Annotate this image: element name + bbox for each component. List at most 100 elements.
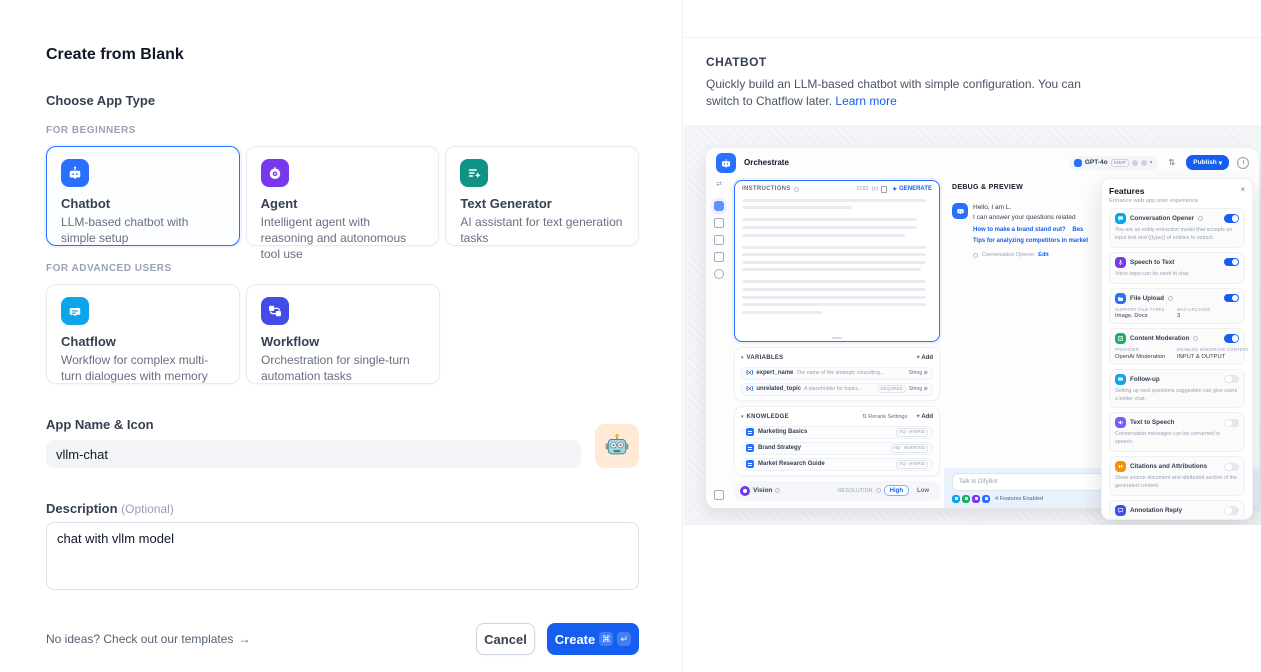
chevron-down-icon: ▾: [741, 355, 744, 361]
retrieval-badge: HQ · HYBRID: [896, 428, 928, 437]
instructions-skeleton-text: [742, 199, 932, 314]
notes-nav-icon: [714, 252, 724, 262]
toggle-on: [1224, 294, 1239, 303]
variable-row: {x} expert_name The name of the strategi…: [741, 367, 933, 380]
choose-app-type-label: Choose App Type: [46, 93, 639, 108]
description-textarea[interactable]: chat with vllm model: [46, 522, 639, 590]
feature-speech-to-text: Speech to Text Voice input can be used i…: [1109, 252, 1245, 284]
preview-sidebar-rail: ⇄: [706, 178, 732, 508]
create-button[interactable]: Create ⌘ ↵: [547, 623, 639, 655]
resize-handle: [832, 337, 842, 339]
text-generator-icon: [460, 159, 488, 187]
feature-name: Speech to Text: [1130, 259, 1174, 266]
logs-nav-icon: [714, 235, 724, 245]
rerank-settings-button: ⇅ Rerank Settings: [862, 414, 907, 420]
enter-key-icon: ↵: [617, 632, 631, 646]
instructions-panel: INSTRUCTIONS 2182 {x} ✦ GENERATE: [734, 180, 940, 342]
robot-emoji-icon: [603, 432, 631, 460]
variables-panel: ▾ VARIABLES + Add {x} expert_name The na…: [734, 347, 940, 401]
feature-desc: You are an entity extraction model that …: [1115, 227, 1239, 243]
info-icon: [973, 253, 978, 258]
chat-mode-badge: CHAT: [1111, 159, 1129, 167]
variable-icon: {x}: [746, 386, 753, 392]
bot-greeting-line2: I can answer your questions related: [973, 213, 1088, 223]
card-text-generator[interactable]: Text Generator AI assistant for text gen…: [445, 146, 639, 246]
learn-more-link[interactable]: Learn more: [835, 94, 896, 108]
app-icon-picker[interactable]: [595, 424, 639, 468]
resolution-high-chip: High: [884, 485, 909, 496]
templates-link[interactable]: No ideas? Check out our templates →: [46, 632, 250, 646]
meta-value: 3: [1177, 313, 1239, 319]
chevron-down-icon: ▾: [741, 414, 744, 420]
create-app-dialog: Create from Blank Choose App Type FOR BE…: [0, 0, 1261, 672]
card-chatflow[interactable]: Chatflow Workflow for complex multi-turn…: [46, 284, 240, 384]
variable-desc: The name of the strategic consulting...: [796, 370, 905, 376]
dataset-name: Brand Strategy: [758, 445, 887, 451]
citations-icon: [1115, 461, 1126, 472]
swap-icon: ⇄: [716, 180, 722, 188]
features-panel-subtitle: Enhance web app user experience: [1109, 198, 1198, 204]
feature-file-upload: File Upload SUPPORT FILE TYPES Image, Do…: [1109, 288, 1245, 325]
speech-feature-dot-icon: [972, 495, 980, 503]
variable-braces-icon: {x}: [872, 186, 878, 192]
create-form-panel: Create from Blank Choose App Type FOR BE…: [0, 0, 683, 672]
model-param-icon: [1132, 160, 1138, 166]
variable-icon: {x}: [746, 370, 753, 376]
description-label: Description (Optional): [46, 501, 639, 516]
card-text-generator-title: Text Generator: [460, 196, 624, 211]
card-workflow[interactable]: Workflow Orchestration for single-turn a…: [246, 284, 440, 384]
info-icon: [1168, 296, 1173, 301]
feature-name: Follow-up: [1130, 376, 1160, 383]
card-chatbot-desc: LLM-based chatbot with simple setup: [61, 214, 225, 246]
add-label: Add: [921, 355, 933, 361]
preview-description: Quickly build an LLM-based chatbot with …: [706, 76, 1106, 111]
for-beginners-label: FOR BEGINNERS: [46, 125, 639, 136]
cancel-button[interactable]: Cancel: [476, 623, 535, 655]
feature-text-to-speech: Text to Speech Conversation messages can…: [1109, 412, 1245, 452]
retrieval-badge: HQ · HYBRID: [896, 460, 928, 469]
app-name-input[interactable]: [46, 440, 581, 468]
suggestion-row: How to make a brand stand out? Bes: [973, 227, 1088, 233]
file-upload-icon: [1115, 293, 1126, 304]
vision-bar: Vision RESOLUTION High Low: [734, 481, 940, 501]
rerank-label: Rerank Settings: [868, 414, 907, 420]
info-icon: [1198, 216, 1203, 221]
chevron-down-icon: ▾: [1219, 159, 1222, 167]
card-chatbot[interactable]: Chatbot LLM-based chatbot with simple se…: [46, 146, 240, 246]
annotation-reply-icon: [1115, 505, 1126, 516]
moderation-shield-icon: [1115, 333, 1126, 344]
generate-label: GENERATE: [899, 186, 932, 192]
close-icon: ×: [1240, 186, 1245, 194]
app-name-label: App Name & Icon: [46, 417, 581, 432]
dataset-name: Marketing Basics: [758, 429, 892, 435]
meta-value: OpenAI Moderation: [1115, 354, 1177, 360]
instructions-title: INSTRUCTIONS: [742, 186, 791, 192]
feature-name: Content Moderation: [1130, 335, 1189, 342]
toggle-off: [1224, 419, 1239, 428]
variable-type: String ⊕: [909, 370, 928, 376]
text-to-speech-icon: [1115, 417, 1126, 428]
meta-label: MAX UPLOADS: [1177, 307, 1239, 312]
for-advanced-users-label: FOR ADVANCED USERS: [46, 263, 639, 274]
feature-name: Text to Speech: [1130, 419, 1174, 426]
card-agent[interactable]: Agent Intelligent agent with reasoning a…: [246, 146, 440, 246]
dataset-icon: [746, 460, 754, 468]
agent-icon: [261, 159, 289, 187]
model-settings-icon: [1141, 160, 1147, 166]
upload-feature-dot-icon: [982, 495, 990, 503]
dataset-name: Market Research Guide: [758, 461, 892, 467]
toggle-on: [1224, 334, 1239, 343]
opener-note-label: Conversation Opener: [982, 252, 1034, 258]
moderation-feature-dot-icon: [962, 495, 970, 503]
sliders-icon: ⇅: [1169, 158, 1176, 167]
suggestion-link: How to make a brand stand out?: [973, 227, 1066, 233]
card-text-generator-desc: AI assistant for text generation tasks: [460, 214, 624, 246]
knowledge-panel: ▾ KNOWLEDGE ⇅ Rerank Settings + Add Mark…: [734, 406, 940, 476]
resolution-low-chip: Low: [912, 486, 934, 495]
knowledge-row: Brand Strategy HQ · INVERTED: [741, 442, 933, 455]
page-title: Create from Blank: [46, 46, 639, 64]
chevron-down-icon: ▾: [1150, 159, 1153, 166]
feature-desc: Conversation messages can be converted t…: [1115, 431, 1239, 447]
suggestion-link: Tips for analyzing competitors in market: [973, 238, 1088, 244]
features-panel: Features Enhance web app user experience…: [1101, 178, 1253, 520]
